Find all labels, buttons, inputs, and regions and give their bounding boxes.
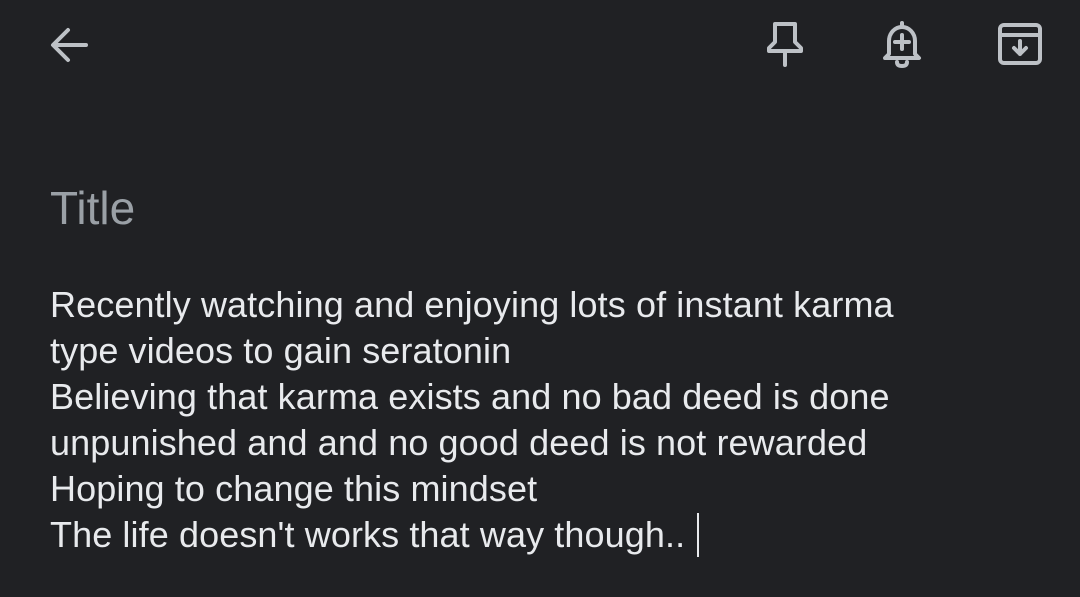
note-line-1: Recently watching and enjoying lots of i… — [50, 284, 894, 325]
note-line-6-wrap: The life doesn't works that way though.. — [50, 512, 1040, 558]
text-cursor — [697, 513, 700, 557]
pin-icon — [767, 22, 803, 67]
archive-icon — [998, 23, 1042, 65]
pin-button[interactable] — [757, 16, 813, 72]
note-toolbar — [0, 0, 1080, 92]
arrow-back-icon — [51, 28, 88, 62]
note-line-3: Believing that karma exists and no bad d… — [50, 376, 890, 417]
note-line-5: Hoping to change this mindset — [50, 468, 538, 509]
add-reminder-bell-icon — [883, 21, 921, 68]
add-reminder-button[interactable] — [874, 16, 930, 72]
back-button[interactable] — [41, 17, 97, 73]
note-line-4: unpunished and and no good deed is not r… — [50, 422, 868, 463]
note-line-2: type videos to gain seratonin — [50, 330, 512, 371]
note-line-6: The life doesn't works that way though.. — [50, 514, 686, 555]
note-title-input[interactable] — [48, 178, 1030, 238]
note-body-text[interactable]: Recently watching and enjoying lots of i… — [50, 282, 1040, 558]
archive-button[interactable] — [992, 16, 1048, 72]
